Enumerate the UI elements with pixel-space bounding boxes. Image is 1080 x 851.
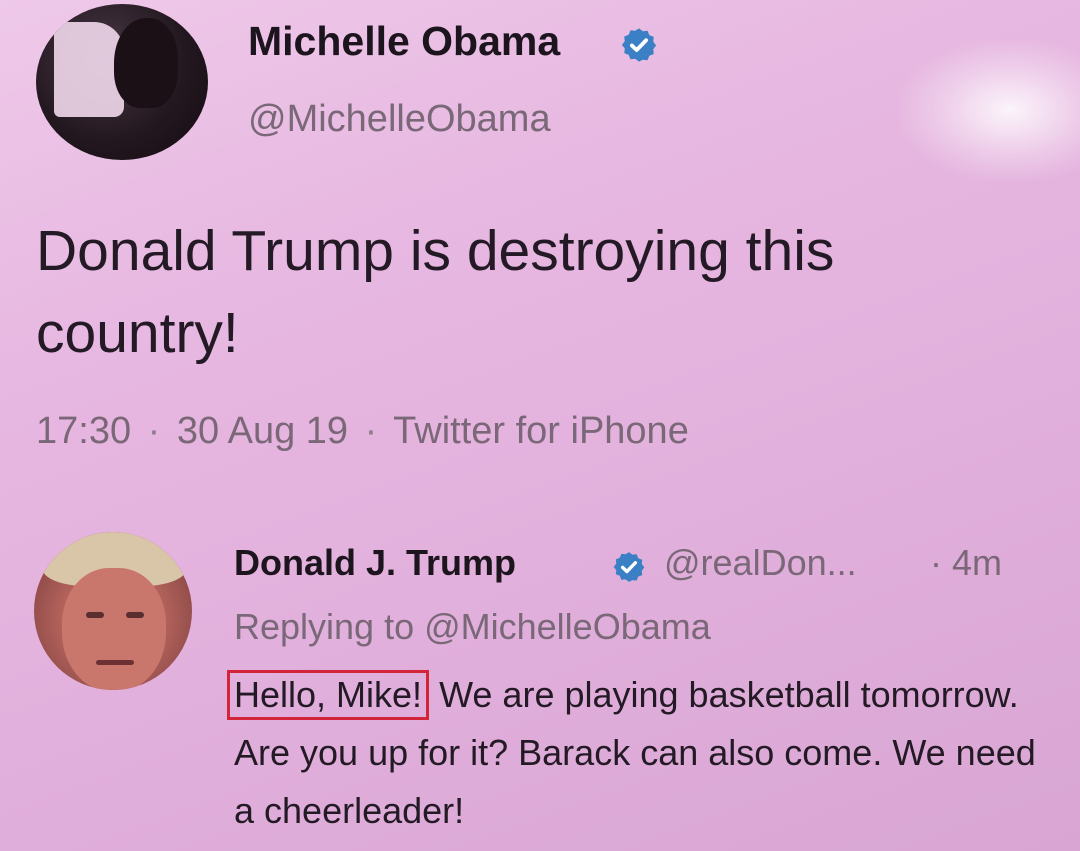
avatar[interactable] <box>34 532 192 690</box>
reply-header: Donald J. Trump <box>234 542 516 584</box>
tweet-meta: 17:30 · 30 Aug 19 · Twitter for iPhone <box>36 410 689 453</box>
avatar-face <box>62 568 166 690</box>
reply-author-name[interactable]: Donald J. Trump <box>234 542 516 583</box>
highlighted-greeting: Hello, Mike! <box>227 670 430 720</box>
avatar-eye <box>86 612 104 618</box>
replying-to-label[interactable]: Replying to @MichelleObama <box>234 606 711 648</box>
avatar-silhouette <box>114 18 178 108</box>
reply-author-handle[interactable]: @realDon... <box>664 542 857 584</box>
avatar[interactable] <box>36 4 208 160</box>
avatar-eye <box>126 612 144 618</box>
tweet-date[interactable]: 30 Aug 19 <box>177 410 348 452</box>
tweet-text: Donald Trump is destroying this country! <box>36 219 835 365</box>
avatar-mouth <box>96 660 134 665</box>
meta-separator: · <box>147 410 161 452</box>
verified-badge-icon <box>613 552 645 582</box>
tweet-source[interactable]: Twitter for iPhone <box>393 410 689 452</box>
main-tweet[interactable]: Michelle Obama @MichelleObama Donald Tru… <box>0 0 1080 495</box>
author-name[interactable]: Michelle Obama <box>248 18 560 65</box>
reply-tweet[interactable]: Donald J. Trump @realDon... · 4m Replyin… <box>0 510 1080 851</box>
tweet-time[interactable]: 17:30 <box>36 410 131 452</box>
meta-separator: · <box>364 410 378 452</box>
author-handle[interactable]: @MichelleObama <box>248 98 551 141</box>
reply-timestamp[interactable]: · 4m <box>930 542 1002 584</box>
reply-text: Hello, Mike! We are playing basketball t… <box>227 666 1064 840</box>
verified-badge-icon <box>621 28 657 62</box>
